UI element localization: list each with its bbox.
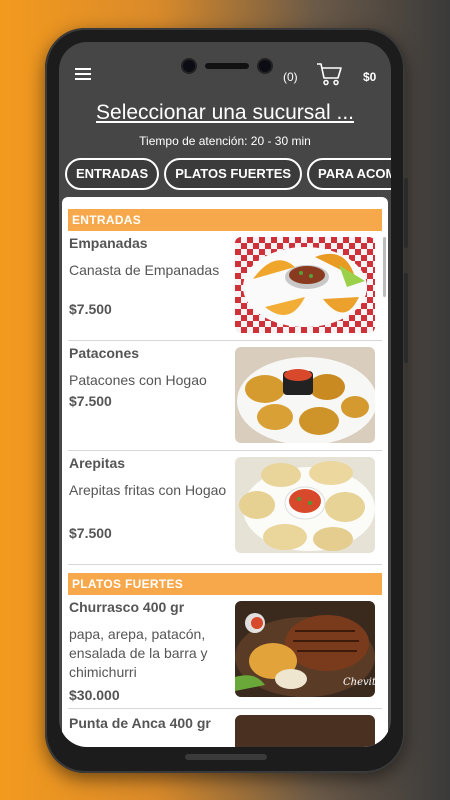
phone-frame: (0) $0 Seleccionar una sucursal ... Tiem… bbox=[45, 28, 408, 773]
chevita-watermark: Chevita bbox=[343, 677, 375, 688]
menu-item[interactable]: Patacones Patacones con Hogao $7.500 bbox=[68, 341, 382, 451]
menu-list: ENTRADAS Empanadas Canasta de Empanadas … bbox=[68, 209, 382, 747]
punta-de-anca-image bbox=[235, 715, 375, 747]
item-price: $30.000 bbox=[69, 687, 120, 703]
hamburger-menu-icon[interactable] bbox=[75, 68, 91, 80]
tab-entradas[interactable]: ENTRADAS bbox=[65, 158, 160, 190]
volume-button bbox=[404, 273, 408, 363]
item-name: Arepitas bbox=[69, 455, 126, 471]
menu-panel[interactable]: ENTRADAS Empanadas Canasta de Empanadas … bbox=[62, 197, 388, 747]
menu-item[interactable]: Churrasco 400 gr papa, arepa, patacón, e… bbox=[68, 595, 382, 709]
category-header-platos-fuertes: PLATOS FUERTES bbox=[68, 573, 382, 595]
item-description: papa, arepa, patacón, ensalada de la bar… bbox=[69, 626, 208, 680]
item-price: $7.500 bbox=[69, 301, 112, 317]
tab-para-acompanar[interactable]: PARA ACOMPAÑAR bbox=[307, 158, 391, 190]
item-name: Patacones bbox=[69, 345, 140, 361]
item-description: Arepitas fritas con Hogao bbox=[69, 482, 227, 498]
wait-time: Tiempo de atención: 20 - 30 min bbox=[139, 134, 311, 148]
menu-item[interactable]: Empanadas Canasta de Empanadas $7.500 bbox=[68, 231, 382, 341]
category-header-entradas: ENTRADAS bbox=[68, 209, 382, 231]
arepitas-image bbox=[235, 457, 375, 553]
patacones-image bbox=[235, 347, 375, 443]
item-name: Punta de Anca 400 gr bbox=[69, 715, 211, 731]
item-description: Patacones con Hogao bbox=[69, 372, 207, 388]
category-tabs: ENTRADASPLATOS FUERTESPARA ACOMPAÑAR bbox=[65, 158, 391, 190]
tab-platos-fuertes[interactable]: PLATOS FUERTES bbox=[164, 158, 303, 190]
top-bar: (0) $0 bbox=[59, 42, 391, 102]
item-description: Canasta de Empanadas bbox=[69, 262, 220, 278]
cart-total: $0 bbox=[363, 70, 377, 84]
empanadas-image bbox=[235, 237, 375, 333]
menu-item[interactable]: Punta de Anca 400 gr bbox=[68, 709, 382, 747]
power-button bbox=[404, 178, 408, 248]
home-indicator bbox=[185, 754, 267, 760]
menu-item[interactable]: Arepitas Arepitas fritas con Hogao $7.50… bbox=[68, 451, 382, 565]
shopping-cart-icon[interactable] bbox=[316, 62, 342, 86]
churrasco-image: Chevita bbox=[235, 601, 375, 697]
item-price: $7.500 bbox=[69, 393, 112, 409]
item-price: $7.500 bbox=[69, 525, 112, 541]
branch-selector[interactable]: Seleccionar una sucursal ... bbox=[59, 101, 391, 125]
item-name: Churrasco 400 gr bbox=[69, 599, 185, 615]
screen: (0) $0 Seleccionar una sucursal ... Tiem… bbox=[59, 42, 391, 747]
scrollbar[interactable] bbox=[383, 237, 386, 297]
item-name: Empanadas bbox=[69, 235, 148, 251]
cart-count: (0) bbox=[283, 70, 298, 84]
